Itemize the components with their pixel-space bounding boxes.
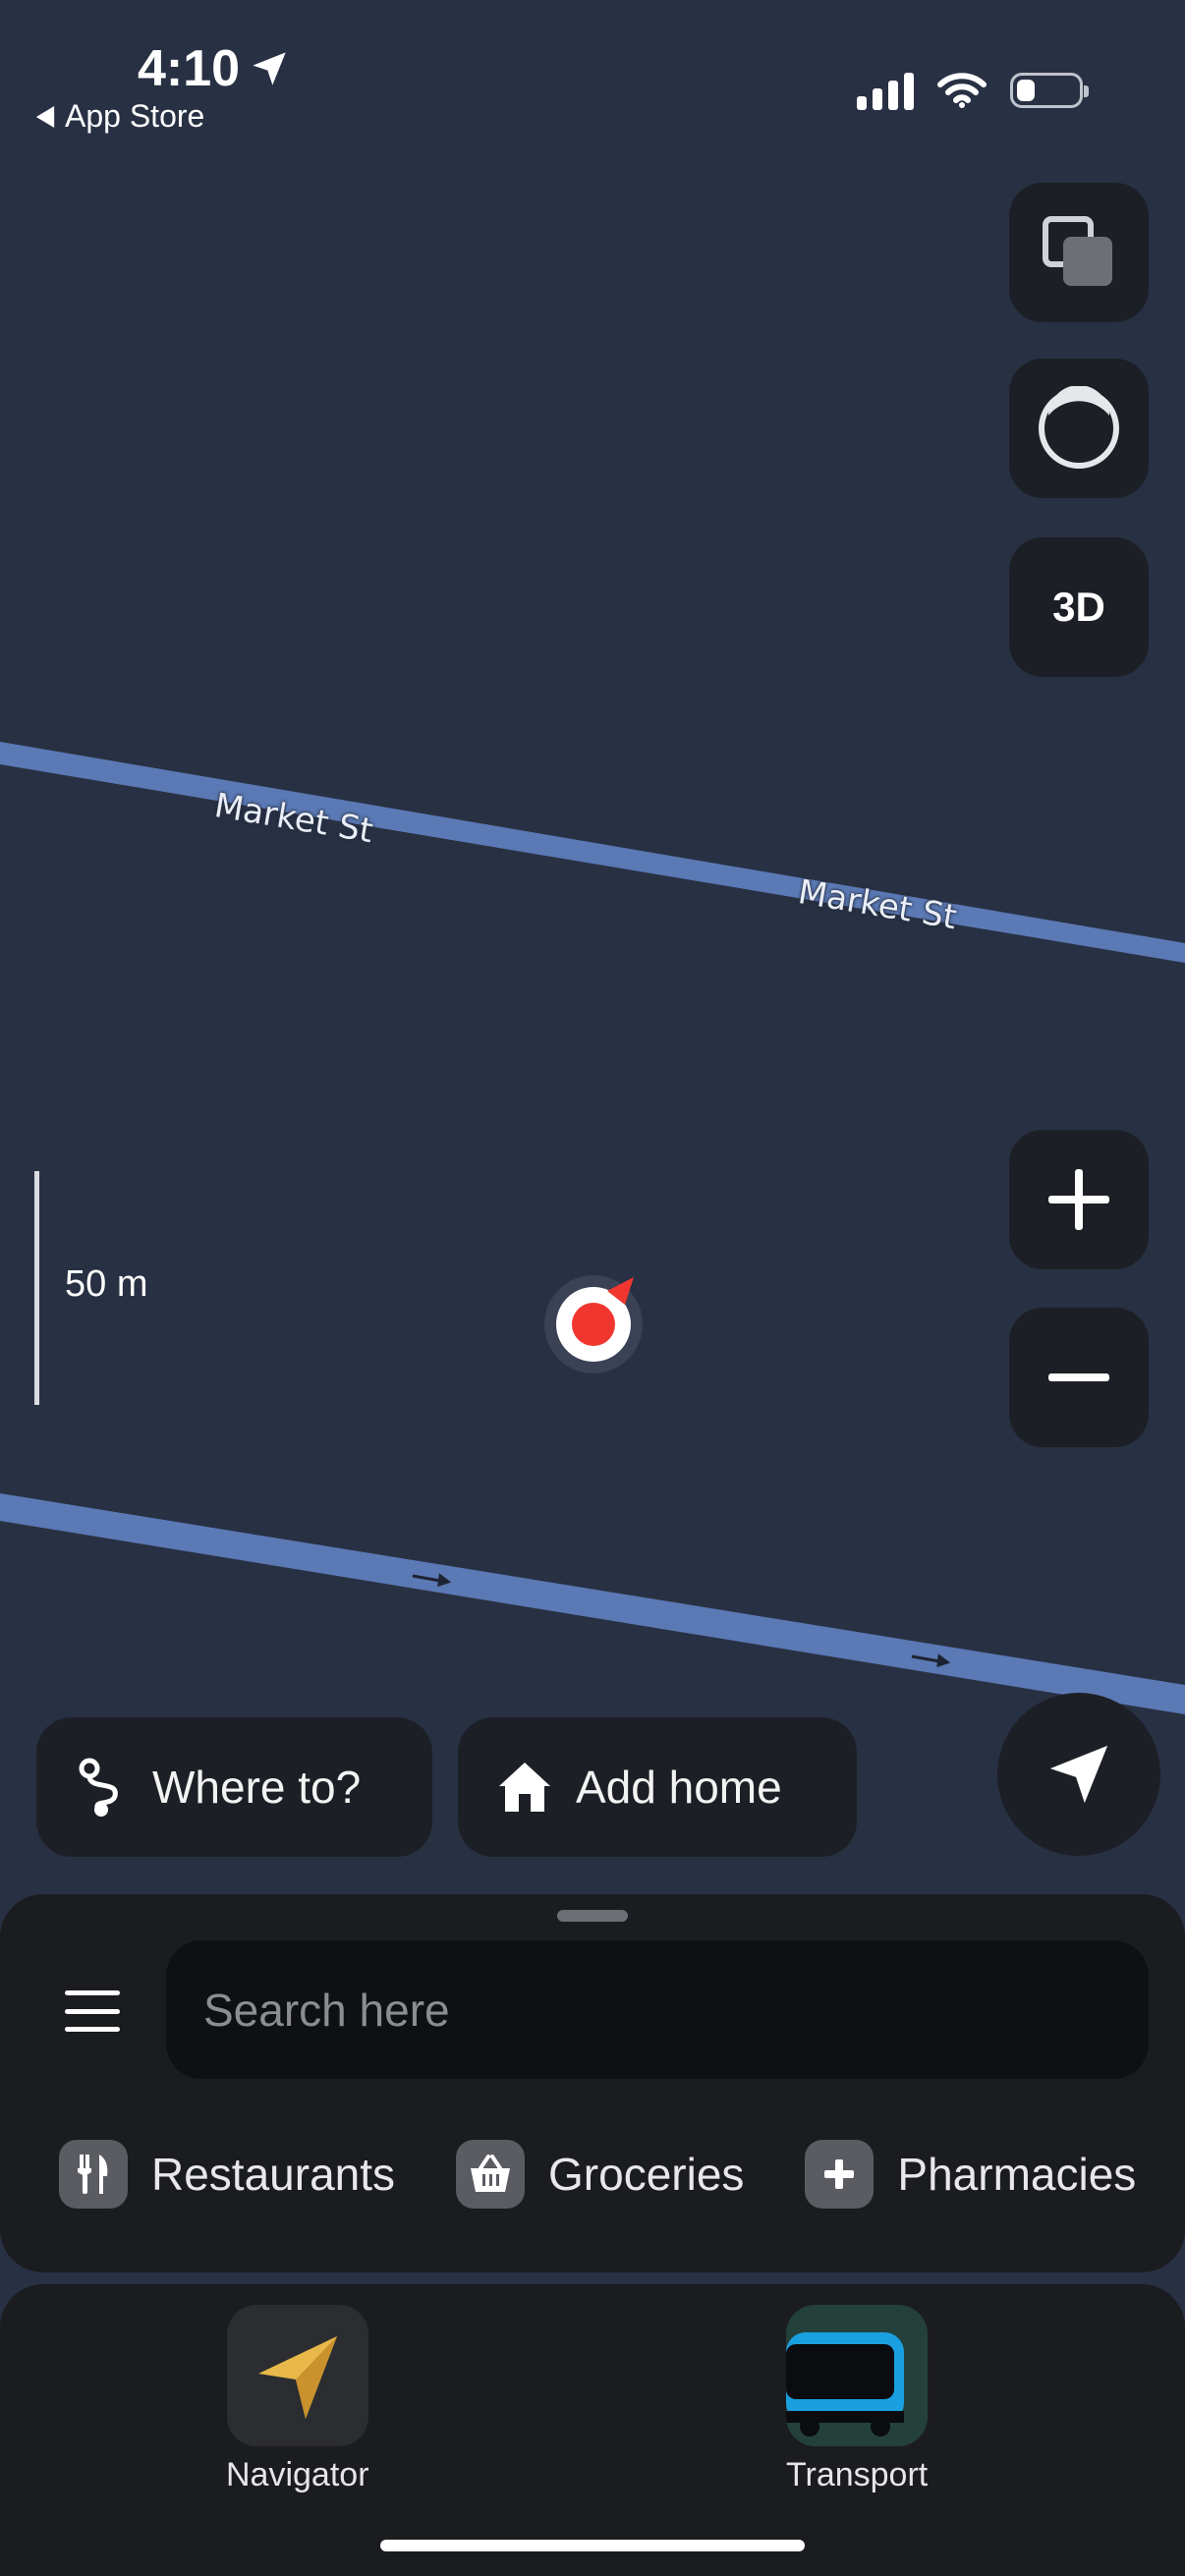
- road-lower: [0, 1493, 1185, 1714]
- category-label: Restaurants: [151, 2149, 396, 2200]
- navigator-icon: [226, 2305, 368, 2446]
- status-icons: [857, 71, 1089, 110]
- scale-label: 50 m: [65, 1263, 148, 1305]
- search-field[interactable]: [166, 1940, 1149, 2079]
- circle-style-icon: [1039, 386, 1119, 469]
- add-home-label: Add home: [576, 1762, 782, 1813]
- minus-icon: [1048, 1373, 1109, 1381]
- where-to-button[interactable]: Where to?: [36, 1717, 432, 1857]
- cellular-signal-icon: [857, 71, 914, 110]
- clock: 4:10: [138, 40, 241, 97]
- category-chip-restaurants[interactable]: Restaurants: [59, 2140, 395, 2209]
- app-label: Navigator: [226, 2456, 369, 2493]
- home-icon: [499, 1763, 550, 1812]
- fork-knife-icon: [59, 2140, 128, 2209]
- my-location-button[interactable]: [997, 1693, 1160, 1856]
- category-chip-groceries[interactable]: Groceries: [456, 2140, 744, 2209]
- transport-app[interactable]: Transport: [786, 2305, 928, 2494]
- route-icon: [79, 1758, 118, 1817]
- back-to-app-link[interactable]: App Store: [35, 98, 204, 135]
- zoom-out-button[interactable]: [1009, 1308, 1149, 1447]
- location-arrow-icon: [253, 52, 286, 85]
- basket-icon: [456, 2140, 526, 2209]
- plus-icon: [1048, 1169, 1109, 1230]
- sheet-drag-handle[interactable]: [557, 1910, 628, 1922]
- bus-icon: [786, 2305, 929, 2446]
- layers-button[interactable]: [1009, 183, 1149, 322]
- app-label: Transport: [786, 2456, 929, 2493]
- wifi-icon: [937, 73, 987, 108]
- back-triangle-icon: [35, 105, 55, 128]
- road-market-st: [0, 742, 1185, 963]
- category-chips: Restaurants Groceries Pharmacies: [59, 2140, 1136, 2209]
- map-style-button[interactable]: [1009, 359, 1149, 498]
- app-dock: [0, 2284, 1185, 2576]
- navigation-arrow-icon: [1049, 1745, 1108, 1804]
- zoom-in-button[interactable]: [1009, 1130, 1149, 1269]
- navigator-app[interactable]: Navigator: [226, 2305, 369, 2494]
- category-label: Pharmacies: [897, 2149, 1137, 2200]
- plus-icon: [805, 2140, 875, 2209]
- 3d-toggle-button[interactable]: 3D: [1009, 537, 1149, 677]
- scale-bar: [34, 1171, 39, 1405]
- category-chip-pharmacies[interactable]: Pharmacies: [805, 2140, 1136, 2209]
- home-indicator[interactable]: [380, 2540, 805, 2551]
- where-to-label: Where to?: [152, 1762, 362, 1813]
- hamburger-menu-icon[interactable]: [65, 1990, 120, 2032]
- back-app-label: App Store: [65, 98, 205, 134]
- category-label: Groceries: [548, 2149, 745, 2200]
- search-input[interactable]: [201, 1982, 1149, 2038]
- battery-icon: [1010, 73, 1089, 108]
- add-home-button[interactable]: Add home: [458, 1717, 857, 1857]
- layers-icon: [1043, 216, 1112, 286]
- user-location-marker: [544, 1275, 643, 1373]
- status-time: 4:10: [138, 39, 289, 98]
